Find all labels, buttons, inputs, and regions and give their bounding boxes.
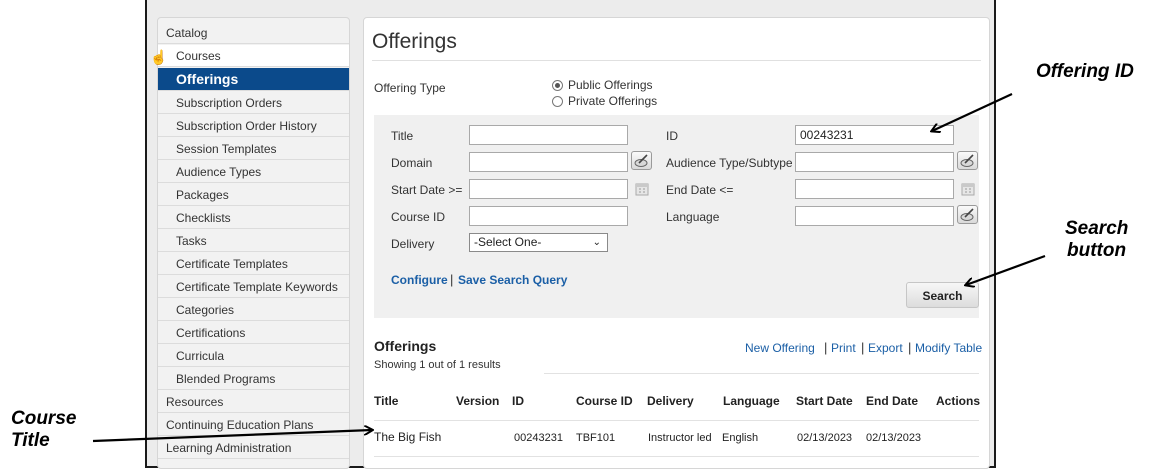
offering-id-arrow — [932, 93, 1013, 131]
annotation-arrows — [92, 93, 1046, 443]
search-button-arrow — [966, 254, 1046, 285]
course-title-arrow — [92, 430, 372, 443]
